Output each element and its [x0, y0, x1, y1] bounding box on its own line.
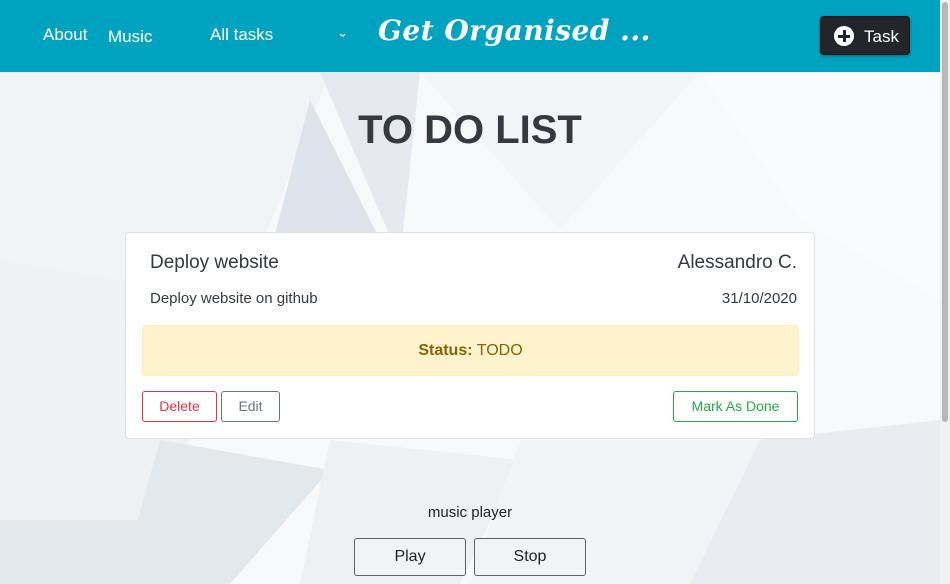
task-filter-value: All tasks	[210, 25, 274, 44]
chevron-down-icon: ⌄	[337, 25, 348, 40]
nav-about-link[interactable]: About	[43, 25, 87, 45]
page-title: TO DO LIST	[358, 108, 582, 152]
music-player-label: music player	[427, 504, 513, 521]
add-task-button[interactable]: Task	[820, 16, 910, 55]
navbar: About Music All tasks ⌄ Get Organised ..…	[0, 0, 940, 72]
task-description: Deploy website on github	[150, 290, 318, 307]
delete-button[interactable]: Delete	[142, 391, 217, 422]
task-filter-select[interactable]: All tasks ⌄	[210, 25, 352, 47]
scrollbar-thumb[interactable]	[942, 2, 948, 422]
page-scrollbar[interactable]	[940, 0, 950, 584]
task-card: Deploy website Alessandro C. Deploy webs…	[125, 232, 815, 439]
status-key: Status:	[418, 342, 473, 359]
play-button[interactable]: Play	[354, 538, 466, 576]
mark-as-done-button[interactable]: Mark As Done	[673, 391, 798, 422]
brand-title: Get Organised ...	[378, 14, 651, 47]
task-date: 31/10/2020	[721, 290, 797, 307]
task-title: Deploy website	[150, 252, 279, 273]
edit-button[interactable]: Edit	[221, 391, 280, 422]
plus-circle-icon	[834, 26, 854, 46]
add-task-label: Task	[864, 27, 899, 46]
status-banner: Status: TODO	[142, 325, 799, 376]
nav-music-link[interactable]: Music	[108, 27, 152, 47]
stop-button[interactable]: Stop	[474, 538, 586, 576]
status-value: TODO	[476, 342, 523, 359]
task-author: Alessandro C.	[677, 252, 797, 273]
